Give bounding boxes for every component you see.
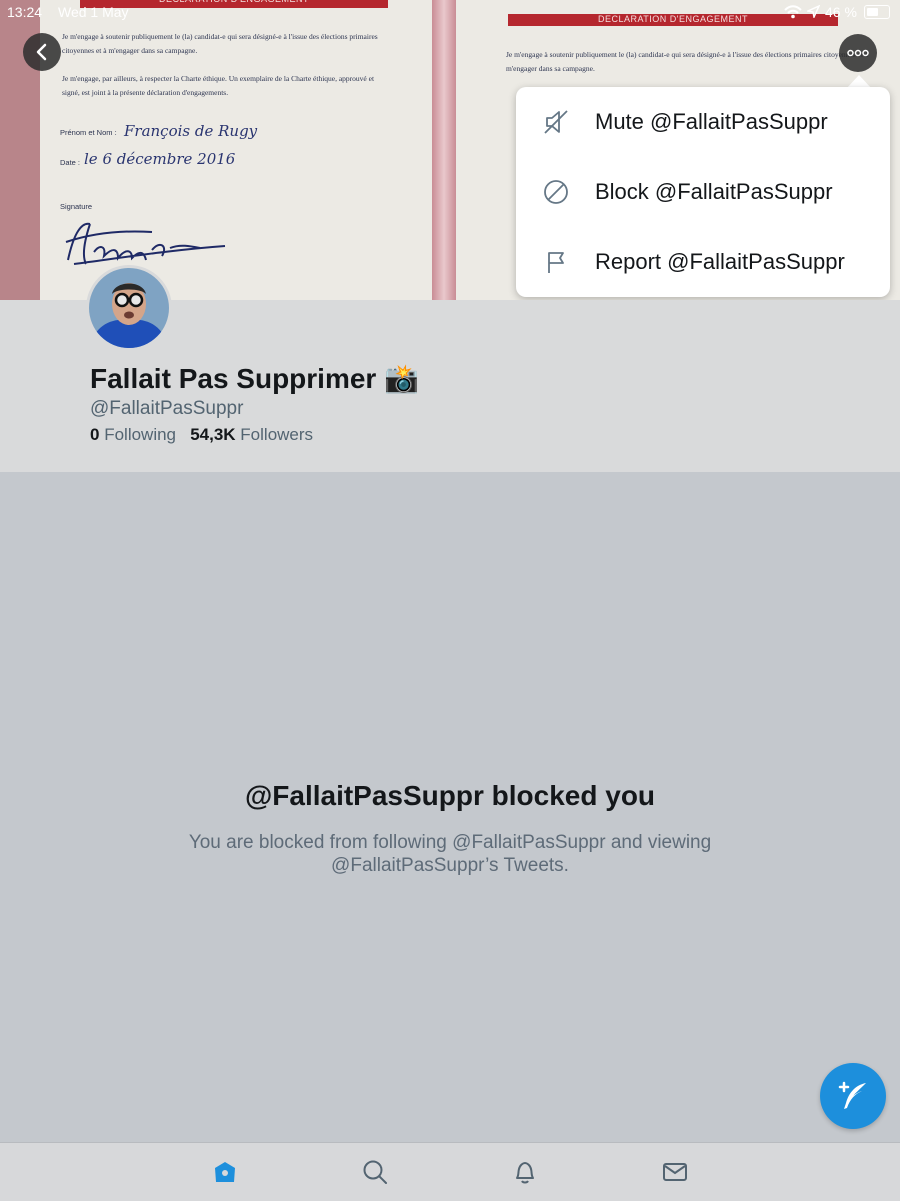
date-label: Date : <box>60 158 81 167</box>
profile-handle: @FallaitPasSuppr <box>90 398 244 419</box>
followers-count: 54,3K <box>190 425 236 444</box>
location-icon <box>807 5 820 18</box>
banner-gutter <box>432 0 456 300</box>
battery-icon <box>864 5 890 19</box>
home-icon <box>215 1162 235 1182</box>
block-icon <box>544 180 568 204</box>
followers-link[interactable]: 54,3K Followers <box>190 425 313 444</box>
bottom-tab-bar <box>0 1142 900 1201</box>
notifications-icon <box>516 1162 534 1184</box>
document-paragraph: Je m'engage à soutenir publiquement le (… <box>62 32 378 55</box>
menu-item-mute[interactable]: Mute @FallaitPasSuppr <box>516 87 890 157</box>
avatar[interactable] <box>86 265 172 351</box>
menu-item-block[interactable]: Block @FallaitPasSuppr <box>516 157 890 227</box>
tab-home[interactable] <box>210 1157 240 1187</box>
mute-icon <box>544 110 568 134</box>
menu-item-label: Block @FallaitPasSuppr <box>595 179 833 204</box>
compose-tweet-button[interactable] <box>820 1063 886 1129</box>
profile-stats: 0 Following 54,3K Followers <box>90 425 313 445</box>
battery-percentage: 46 % <box>825 4 857 20</box>
name-handwritten: François de Rugy <box>124 122 258 140</box>
document-paragraph: Je m'engage à soutenir publiquement le (… <box>506 50 869 73</box>
following-label: Following <box>104 425 177 444</box>
menu-item-report[interactable]: Report @FallaitPasSuppr <box>516 227 890 297</box>
messages-icon <box>663 1163 687 1181</box>
name-label: Prénom et Nom : <box>60 128 117 137</box>
blocked-description: You are blocked from following @FallaitP… <box>188 832 712 876</box>
wifi-icon <box>784 5 802 19</box>
following-count: 0 <box>90 425 100 444</box>
date-handwritten: le 6 décembre 2016 <box>84 150 236 168</box>
search-icon <box>363 1160 387 1184</box>
profile-actions-menu: Mute @FallaitPasSuppr Block @FallaitPasS… <box>516 87 890 297</box>
signature-label: Signature <box>60 202 93 211</box>
signature-scribble <box>65 222 226 265</box>
tab-search[interactable] <box>360 1157 390 1187</box>
banner-document-left: DÉCLARATION D'ENGAGEMENT Je m'engage à s… <box>40 0 432 300</box>
profile-name: Fallait Pas Supprimer 📸 <box>90 363 419 394</box>
flag-icon <box>548 252 564 273</box>
more-options-button[interactable] <box>839 34 877 72</box>
compose-feather-icon <box>838 1081 866 1109</box>
document-paragraph: Je m'engage, par ailleurs, à respecter l… <box>62 74 375 97</box>
tab-messages[interactable] <box>660 1157 690 1187</box>
more-horizontal-icon <box>847 49 869 57</box>
tab-notifications[interactable] <box>510 1157 540 1187</box>
followers-label: Followers <box>240 425 314 444</box>
following-link[interactable]: 0 Following <box>90 425 176 444</box>
chevron-left-icon <box>36 43 47 61</box>
status-date: Wed 1 May <box>58 4 129 20</box>
menu-item-label: Report @FallaitPasSuppr <box>595 249 845 274</box>
blocked-title: @FallaitPasSuppr blocked you <box>244 780 656 811</box>
status-time: 13:24 <box>7 4 43 20</box>
menu-item-label: Mute @FallaitPasSuppr <box>595 109 828 134</box>
avatar-image <box>89 268 169 348</box>
back-button[interactable] <box>23 33 61 71</box>
